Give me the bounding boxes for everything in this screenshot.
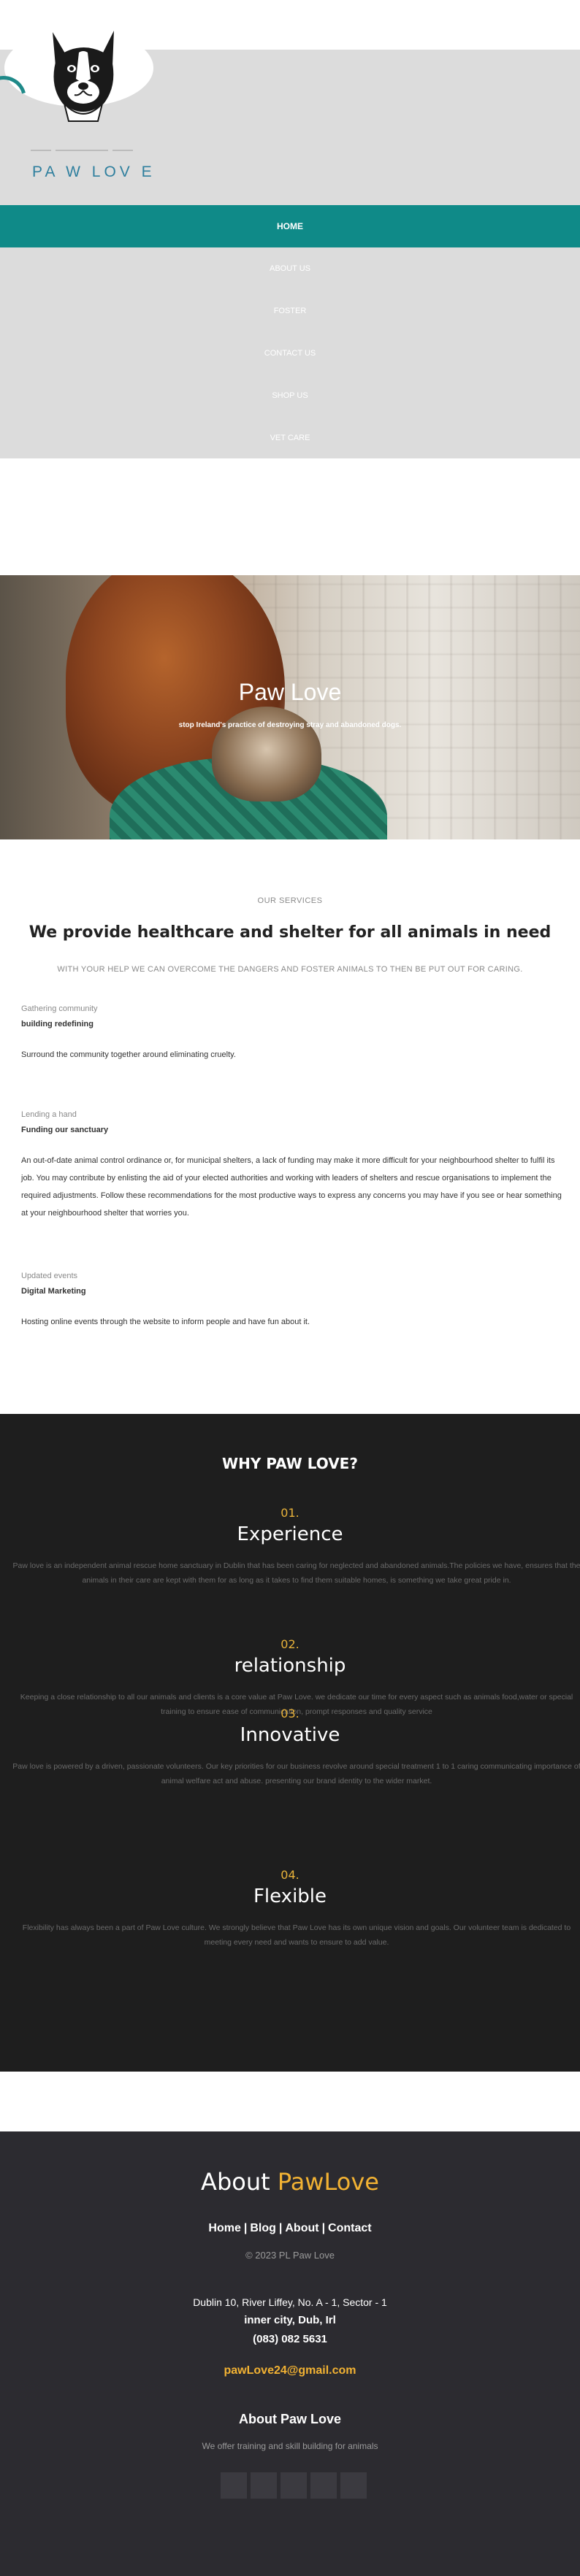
service-text: An out-of-date animal control ordinance … bbox=[21, 1156, 562, 1218]
why-number: 01. bbox=[281, 1506, 299, 1520]
footer-address-line2: inner city, Dub, Irl bbox=[244, 2314, 336, 2326]
why-text: Paw love is an independent animal rescue… bbox=[12, 1561, 580, 1585]
nav-item-foster[interactable]: FOSTER bbox=[0, 290, 580, 332]
footer-about-paw-love-text: We offer training and skill building for… bbox=[202, 2441, 378, 2451]
brand-name[interactable]: PA W LOV E bbox=[32, 164, 156, 181]
service-item: Lending a hand Funding our sanctuary An … bbox=[21, 1110, 565, 1222]
why-number: 02. bbox=[281, 1637, 299, 1651]
nav-item-home[interactable]: HOME bbox=[0, 205, 580, 247]
footer-link-contact[interactable]: Contact bbox=[328, 2222, 372, 2234]
main-nav: HOME ABOUT US FOSTER CONTACT US SHOP US … bbox=[0, 205, 580, 458]
footer-copyright: © 2023 PL Paw Love bbox=[245, 2250, 335, 2261]
services-title: We provide healthcare and shelter for al… bbox=[28, 923, 552, 942]
social-icon-1[interactable] bbox=[221, 2472, 247, 2499]
social-icon-2[interactable] bbox=[251, 2472, 277, 2499]
footer-email-link[interactable]: pawLove24@gmail.com bbox=[0, 2364, 580, 2377]
nav-item-shop-us[interactable]: SHOP US bbox=[0, 374, 580, 417]
footer-about-paw-love-title: About Paw Love bbox=[238, 2412, 341, 2426]
service-item: Gathering community building redefining … bbox=[21, 1004, 565, 1064]
social-icon-5[interactable] bbox=[340, 2472, 367, 2499]
footer-link-separator: | bbox=[243, 2222, 248, 2234]
why-title: WHY PAW LOVE? bbox=[222, 1455, 358, 1472]
why-number: 03. bbox=[281, 1707, 299, 1720]
social-links bbox=[221, 2472, 367, 2500]
nav-item-vet-care[interactable]: VET CARE bbox=[0, 417, 580, 459]
why-heading: Experience bbox=[237, 1523, 343, 1545]
footer-about-heading: About PawLove bbox=[0, 2168, 580, 2196]
service-name: building redefining bbox=[21, 1020, 94, 1029]
social-icon-4[interactable] bbox=[310, 2472, 337, 2499]
services-subtitle: WITH YOUR HELP WE CAN OVERCOME THE DANGE… bbox=[57, 965, 523, 974]
hero-subtitle: stop Ireland's practice of destroying st… bbox=[178, 721, 402, 729]
nav-item-about-us[interactable]: ABOUT US bbox=[0, 247, 580, 290]
why-text: Paw love is powered by a driven, passion… bbox=[12, 1762, 580, 1785]
site-footer: About PawLove Home | Blog | About | Contact © … bbox=[0, 2131, 580, 2576]
hero-image bbox=[0, 575, 580, 839]
service-name: Digital Marketing bbox=[21, 1287, 86, 1296]
why-section: WHY PAW LOVE? 01. Experience Paw love is… bbox=[0, 1414, 580, 2072]
service-text: Hosting online events through the websit… bbox=[21, 1318, 310, 1326]
service-label: Lending a hand bbox=[21, 1110, 77, 1119]
service-label: Updated events bbox=[21, 1272, 78, 1280]
dog-logo-icon[interactable] bbox=[42, 28, 124, 123]
footer-about-prefix: About bbox=[201, 2168, 270, 2196]
why-heading: Innovative bbox=[240, 1724, 340, 1746]
service-text: Surround the community together around e… bbox=[21, 1050, 236, 1059]
footer-address-line1: Dublin 10, River Liffey, No. A - 1, Sect… bbox=[193, 2296, 387, 2308]
why-text: Flexibility has always been a part of Pa… bbox=[22, 1923, 571, 1947]
service-item: Updated events Digital Marketing Hosting… bbox=[21, 1272, 565, 1331]
service-name: Funding our sanctuary bbox=[21, 1126, 109, 1134]
why-heading: relationship bbox=[234, 1655, 346, 1677]
footer-link-home[interactable]: Home bbox=[208, 2222, 240, 2234]
nav-item-contact-us[interactable]: CONTACT US bbox=[0, 332, 580, 374]
footer-phone[interactable]: (083) 082 5631 bbox=[0, 2333, 580, 2345]
footer-link-separator: | bbox=[321, 2222, 326, 2234]
why-number: 04. bbox=[281, 1868, 299, 1882]
logo-divider bbox=[31, 150, 133, 154]
footer-link-blog[interactable]: Blog bbox=[250, 2222, 276, 2234]
services-eyebrow: OUR SERVICES bbox=[257, 896, 323, 905]
footer-link-separator: | bbox=[278, 2222, 283, 2234]
social-icon-3[interactable] bbox=[281, 2472, 307, 2499]
footer-link-about[interactable]: About bbox=[285, 2222, 318, 2234]
why-heading: Flexible bbox=[253, 1885, 327, 1907]
service-label: Gathering community bbox=[21, 1004, 98, 1013]
footer-about-accent: PawLove bbox=[277, 2168, 379, 2196]
footer-links: Home | Blog | About | Contact bbox=[0, 2222, 580, 2235]
hero-title: Paw Love bbox=[238, 679, 342, 705]
site-header: PA W LOV E HOME ABOUT US FOSTER CONTACT … bbox=[0, 0, 580, 458]
